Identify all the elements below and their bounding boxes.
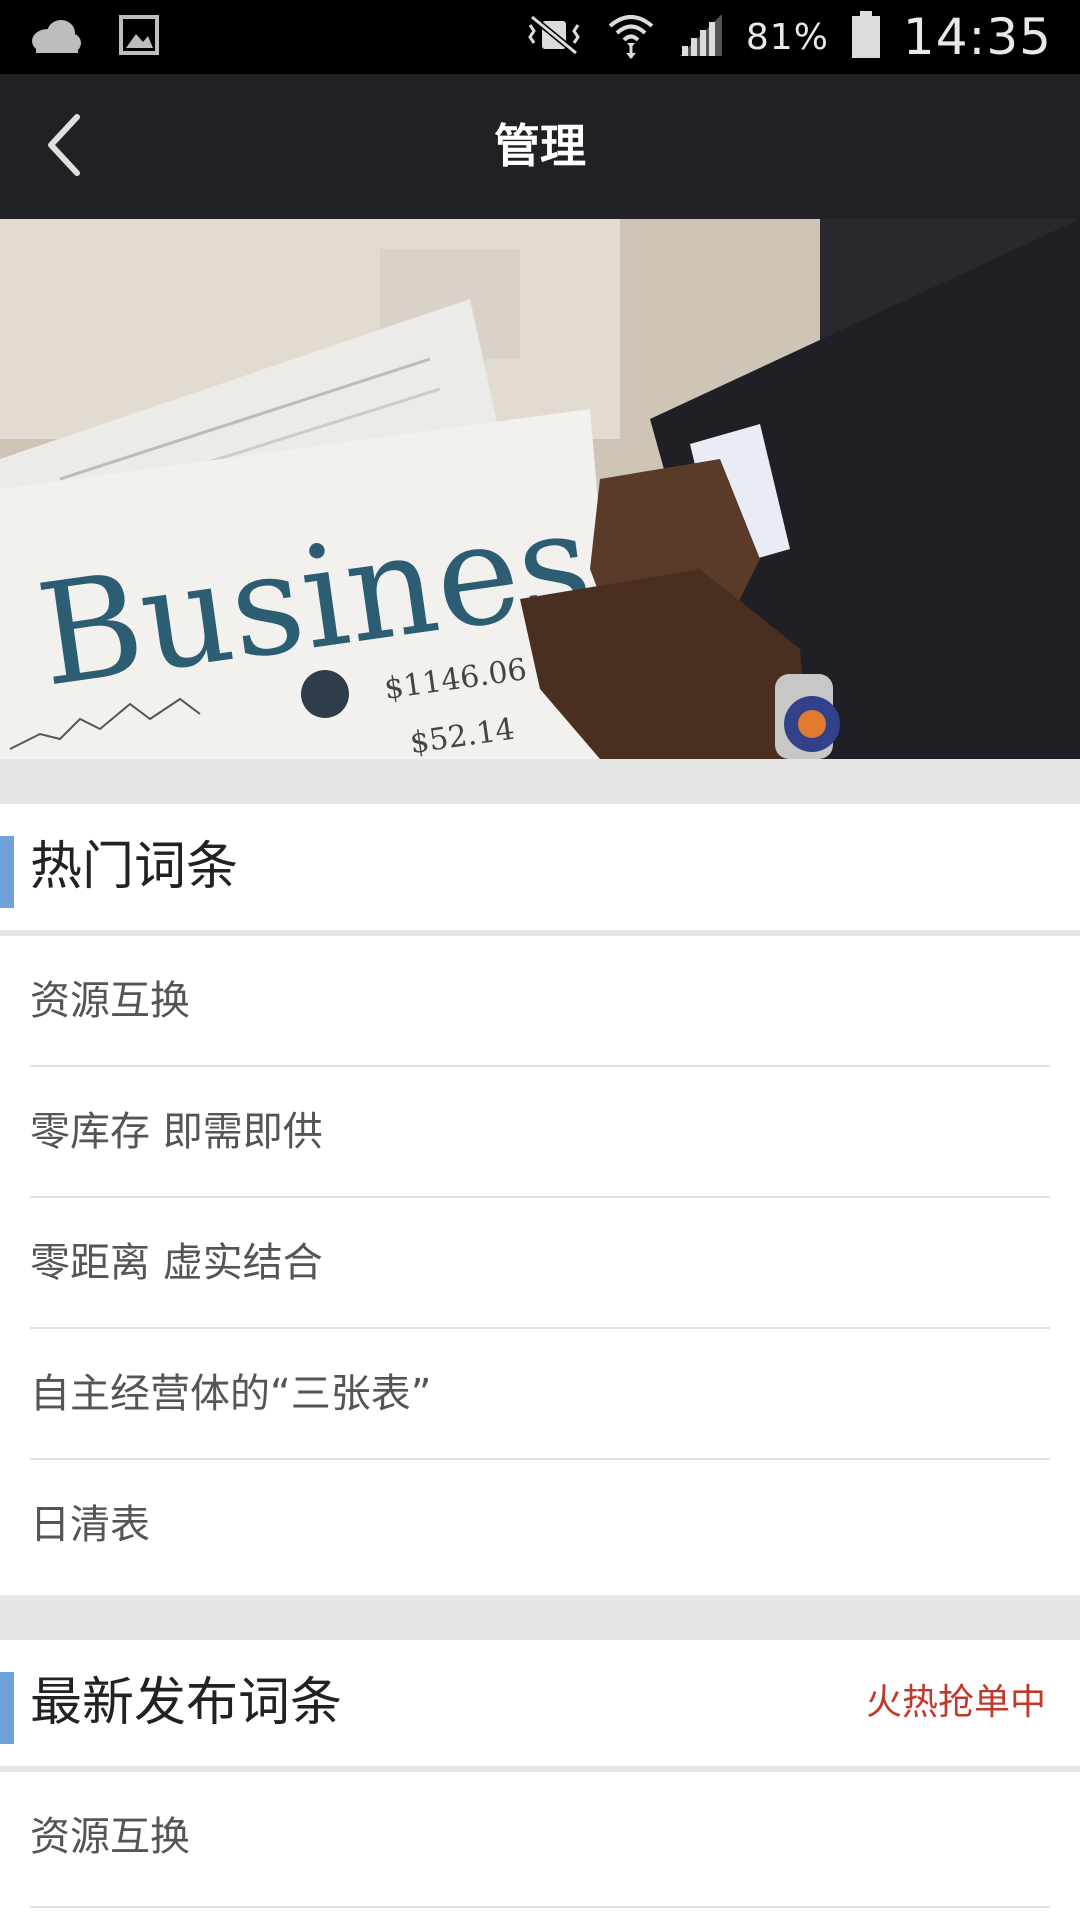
latest-section-title: 最新发布词条: [30, 1673, 343, 1733]
hot-list-item[interactable]: 日清表: [0, 1460, 1080, 1595]
status-left-icons: [30, 14, 160, 60]
hot-list-item[interactable]: 自主经营体的“三张表”: [0, 1329, 1080, 1460]
list-item-label: 日清表: [30, 1502, 150, 1548]
latest-section-header: 最新发布词条 火热抢单中: [0, 1640, 1080, 1772]
section-accent-bar: [0, 1672, 14, 1744]
list-item-label: 资源互换: [30, 978, 190, 1024]
list-item-label: 零库存 即需即供: [30, 1109, 323, 1155]
hot-grab-label[interactable]: 火热抢单中: [866, 1640, 1046, 1766]
list-item-label: 资源互换: [30, 1814, 190, 1860]
signal-icon: [678, 12, 724, 62]
banner-image[interactable]: Business $1146.06 $52.14: [0, 219, 1080, 759]
list-item-label: 零距离 虚实结合: [30, 1240, 323, 1286]
vibrate-mute-icon: [524, 14, 584, 59]
hot-section-header: 热门词条: [0, 804, 1080, 936]
hot-list-item[interactable]: 零距离 虚实结合: [0, 1198, 1080, 1329]
latest-list-item[interactable]: 资源互换: [0, 1772, 1080, 1920]
hot-section-title: 热门词条: [30, 837, 239, 897]
list-divider: [30, 1906, 1050, 1908]
cloud-icon: [30, 15, 82, 59]
page-title: 管理: [494, 119, 586, 173]
list-item-label: 自主经营体的“三张表”: [30, 1371, 432, 1417]
section-gap: [0, 759, 1080, 804]
section-gap: [0, 1595, 1080, 1640]
status-right-icons: 81% 14:35: [524, 0, 1052, 74]
wifi-icon: [606, 10, 656, 64]
image-icon: [118, 14, 160, 60]
battery-percent: 81%: [745, 16, 829, 58]
clock: 14:35: [902, 8, 1052, 66]
app-bar: 管理: [0, 74, 1080, 219]
battery-icon: [851, 11, 881, 63]
status-bar: 81% 14:35: [0, 0, 1080, 74]
hot-list-item[interactable]: 资源互换: [0, 936, 1080, 1067]
section-accent-bar: [0, 836, 14, 908]
hot-list-item[interactable]: 零库存 即需即供: [0, 1067, 1080, 1198]
